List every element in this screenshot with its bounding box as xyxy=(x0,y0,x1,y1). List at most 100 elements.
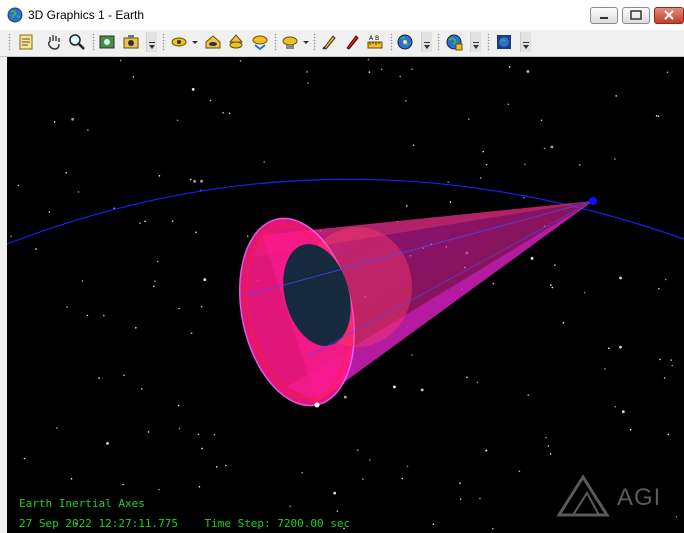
star xyxy=(479,177,482,179)
star xyxy=(583,291,586,294)
star xyxy=(17,184,20,187)
star xyxy=(608,347,610,350)
marker-icon xyxy=(346,35,359,50)
star xyxy=(551,286,554,289)
star xyxy=(667,433,670,436)
toolbar-separator xyxy=(92,33,95,51)
toolbar-overflow-button[interactable] xyxy=(470,32,481,52)
maximize-icon xyxy=(630,10,642,20)
star xyxy=(675,516,678,518)
measure-icon: A B xyxy=(367,35,383,49)
star xyxy=(156,260,159,263)
camera-button[interactable] xyxy=(121,32,141,52)
home-view-button[interactable] xyxy=(203,32,223,52)
toolbar: A B xyxy=(0,30,684,57)
star xyxy=(549,453,552,455)
star xyxy=(71,117,74,121)
chevron-down-icon xyxy=(191,41,198,44)
toolbar-grip[interactable] xyxy=(437,33,440,51)
star xyxy=(23,457,26,460)
star xyxy=(176,119,179,122)
3d-viewport[interactable]: Earth Inertial Axes 27 Sep 2022 12:27:11… xyxy=(7,57,684,533)
title-bar[interactable]: 3D Graphics 1 - Earth xyxy=(0,0,684,31)
star xyxy=(357,449,359,452)
star xyxy=(615,95,617,97)
star xyxy=(152,285,155,287)
star xyxy=(485,449,488,452)
star xyxy=(507,103,510,106)
view-top-button[interactable] xyxy=(250,32,270,52)
view-from-dropdown[interactable] xyxy=(190,32,199,52)
properties-button[interactable] xyxy=(16,32,36,52)
maximize-button[interactable] xyxy=(622,7,650,24)
globe-manager-button[interactable] xyxy=(444,32,464,52)
axes-label: Earth Inertial Axes xyxy=(19,497,145,510)
satellite-marker[interactable] xyxy=(589,197,597,205)
star xyxy=(154,280,156,282)
toolbar-separator xyxy=(313,33,316,51)
star xyxy=(530,257,534,260)
toolbar-grip[interactable] xyxy=(487,33,490,51)
world-view-button[interactable] xyxy=(494,32,514,52)
star xyxy=(368,459,371,461)
star xyxy=(66,306,68,308)
scene-canvas[interactable] xyxy=(7,57,684,533)
toolbar-overflow-button[interactable] xyxy=(520,32,531,52)
star xyxy=(263,161,266,163)
star xyxy=(225,464,227,467)
minimize-button[interactable] xyxy=(590,7,618,24)
star xyxy=(666,71,669,74)
pan-button[interactable] xyxy=(44,32,64,52)
pen-button[interactable] xyxy=(319,32,339,52)
view-north-button[interactable] xyxy=(226,32,246,52)
agi-logo-text: AGI xyxy=(617,484,662,511)
globe-icon xyxy=(7,7,23,23)
snapshot-button[interactable] xyxy=(97,32,117,52)
properties-icon xyxy=(19,34,33,50)
star xyxy=(550,145,554,149)
star xyxy=(98,377,100,379)
star xyxy=(213,433,216,436)
globe-earth-button[interactable] xyxy=(395,32,415,52)
star xyxy=(193,179,197,183)
measure-button[interactable]: A B xyxy=(365,32,385,52)
star xyxy=(246,235,249,237)
marker-button[interactable] xyxy=(342,32,362,52)
star xyxy=(543,147,546,150)
star xyxy=(468,118,470,120)
star xyxy=(482,150,485,153)
star xyxy=(195,231,197,234)
star xyxy=(466,376,468,379)
orient-button[interactable] xyxy=(280,32,300,52)
star xyxy=(132,76,135,78)
star xyxy=(65,172,67,174)
star xyxy=(203,278,207,281)
star xyxy=(35,248,37,250)
orient-dropdown[interactable] xyxy=(301,32,310,52)
star xyxy=(492,527,494,530)
zoom-button[interactable] xyxy=(67,32,87,52)
star xyxy=(659,358,661,361)
star xyxy=(333,491,337,495)
star xyxy=(476,381,479,384)
star xyxy=(158,175,161,177)
chevron-down-icon xyxy=(523,42,529,49)
star xyxy=(103,314,105,317)
star xyxy=(177,404,180,407)
star xyxy=(526,70,530,73)
close-button[interactable] xyxy=(654,7,684,24)
chevron-down-icon xyxy=(424,42,430,49)
toolbar-grip[interactable] xyxy=(162,33,165,51)
toolbar-grip[interactable] xyxy=(8,33,11,51)
star xyxy=(399,75,402,78)
star xyxy=(228,112,231,115)
toolbar-overflow-button[interactable] xyxy=(421,32,432,52)
star xyxy=(614,405,617,408)
star xyxy=(547,445,550,447)
toolbar-overflow-button[interactable] xyxy=(146,32,157,52)
star xyxy=(380,68,383,71)
star xyxy=(508,66,511,68)
star xyxy=(53,121,56,123)
globe-earth-icon xyxy=(397,34,413,50)
view-from-button[interactable] xyxy=(169,32,189,52)
